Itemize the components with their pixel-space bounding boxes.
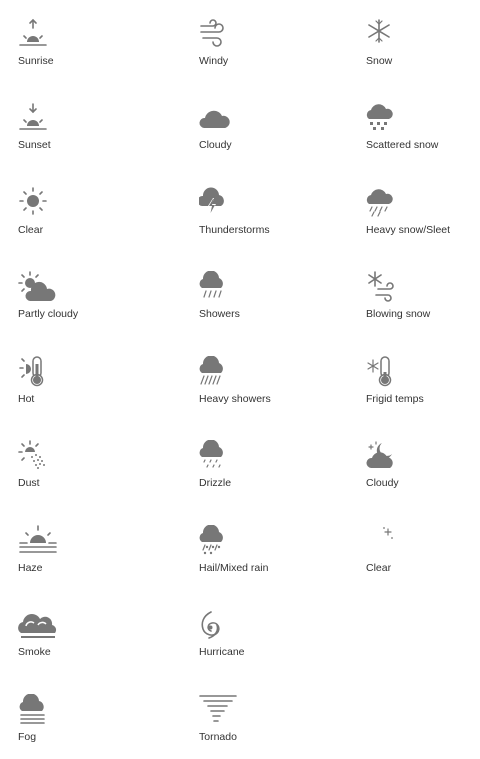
icon-label: Showers [199, 308, 240, 320]
icon-item-windy: Windy [199, 18, 359, 68]
icon-label: Drizzle [199, 477, 232, 489]
partly-cloudy-icon [18, 271, 58, 307]
icon-label: Scattered snow [366, 139, 439, 151]
drizzle-icon [199, 440, 239, 476]
dust-icon [18, 440, 58, 476]
heavy-showers-icon [199, 356, 239, 392]
icon-item-thunderstorms: Thunderstorms [199, 187, 359, 237]
icon-label: Blowing snow [366, 308, 431, 320]
cloudy-icon [199, 102, 239, 138]
icon-label: Hot [18, 393, 35, 405]
sunrise-icon [18, 18, 58, 54]
icon-label: Heavy snow/Sleet [366, 224, 451, 236]
icon-label: Heavy showers [199, 393, 271, 405]
showers-icon [199, 271, 239, 307]
icon-item-tornado: Tornado [199, 694, 359, 744]
icon-item-dust: Dust [18, 440, 178, 490]
tornado-icon [199, 694, 239, 730]
icon-item-sunset: Sunset [18, 102, 178, 152]
icon-item-clear-day: Clear [18, 187, 178, 237]
scattered-snow-icon [366, 102, 406, 138]
clear-night-icon [366, 525, 406, 561]
icon-label: Cloudy [199, 139, 232, 151]
haze-icon [18, 525, 58, 561]
icon-item-cloudy-night: Cloudy [366, 440, 480, 490]
icon-label: Clear [366, 562, 392, 574]
icon-item-hurricane: Hurricane [199, 609, 359, 659]
icon-label: Dust [18, 477, 40, 489]
windy-icon [199, 18, 239, 54]
icon-label: Thunderstorms [199, 224, 270, 236]
icon-label: Tornado [199, 731, 237, 743]
icon-item-drizzle: Drizzle [199, 440, 359, 490]
snow-icon [366, 18, 406, 54]
icon-item-heavy-showers: Heavy showers [199, 356, 359, 406]
icon-item-clear-night: Clear [366, 525, 480, 575]
icon-item-snow: Snow [366, 18, 480, 68]
hot-icon [18, 356, 58, 392]
icon-item-haze: Haze [18, 525, 178, 575]
icon-label: Snow [366, 55, 393, 67]
heavy-snow-sleet-icon [366, 187, 406, 223]
icon-item-scattered-snow: Scattered snow [366, 102, 480, 152]
icon-label: Smoke [18, 646, 51, 658]
icon-label: Hurricane [199, 646, 245, 658]
icon-item-cloudy: Cloudy [199, 102, 359, 152]
icon-label: Clear [18, 224, 44, 236]
icon-label: Windy [199, 55, 229, 67]
icon-label: Hail/Mixed rain [199, 562, 269, 574]
icon-item-sunrise: Sunrise [18, 18, 178, 68]
icon-item-hot: Hot [18, 356, 178, 406]
icon-item-showers: Showers [199, 271, 359, 321]
icon-label: Sunset [18, 139, 51, 151]
icon-label: Frigid temps [366, 393, 424, 405]
sunset-icon [18, 102, 58, 138]
icon-item-heavy-snow-sleet: Heavy snow/Sleet [366, 187, 480, 237]
icon-item-frigid-temps: Frigid temps [366, 356, 480, 406]
icon-label: Cloudy [366, 477, 399, 489]
thunderstorms-icon [199, 187, 239, 223]
icon-item-fog: Fog [18, 694, 178, 744]
blowing-snow-icon [366, 271, 406, 307]
icon-item-hail-mixed-rain: Hail/Mixed rain [199, 525, 359, 575]
icon-label: Fog [18, 731, 37, 743]
smoke-icon [18, 609, 58, 645]
fog-icon [18, 694, 58, 730]
icon-label: Partly cloudy [18, 308, 79, 320]
hail-mixed-rain-icon [199, 525, 239, 561]
hurricane-icon [199, 609, 239, 645]
icon-item-smoke: Smoke [18, 609, 178, 659]
weather-icon-grid: Sunrise Windy Snow Sunset Cloudy Scatter… [0, 0, 480, 759]
cloudy-night-icon [366, 440, 406, 476]
icon-item-partly-cloudy: Partly cloudy [18, 271, 178, 321]
icon-label: Sunrise [18, 55, 54, 67]
icon-label: Haze [18, 562, 43, 574]
frigid-temps-icon [366, 356, 406, 392]
icon-item-blowing-snow: Blowing snow [366, 271, 480, 321]
clear-day-icon [18, 187, 58, 223]
